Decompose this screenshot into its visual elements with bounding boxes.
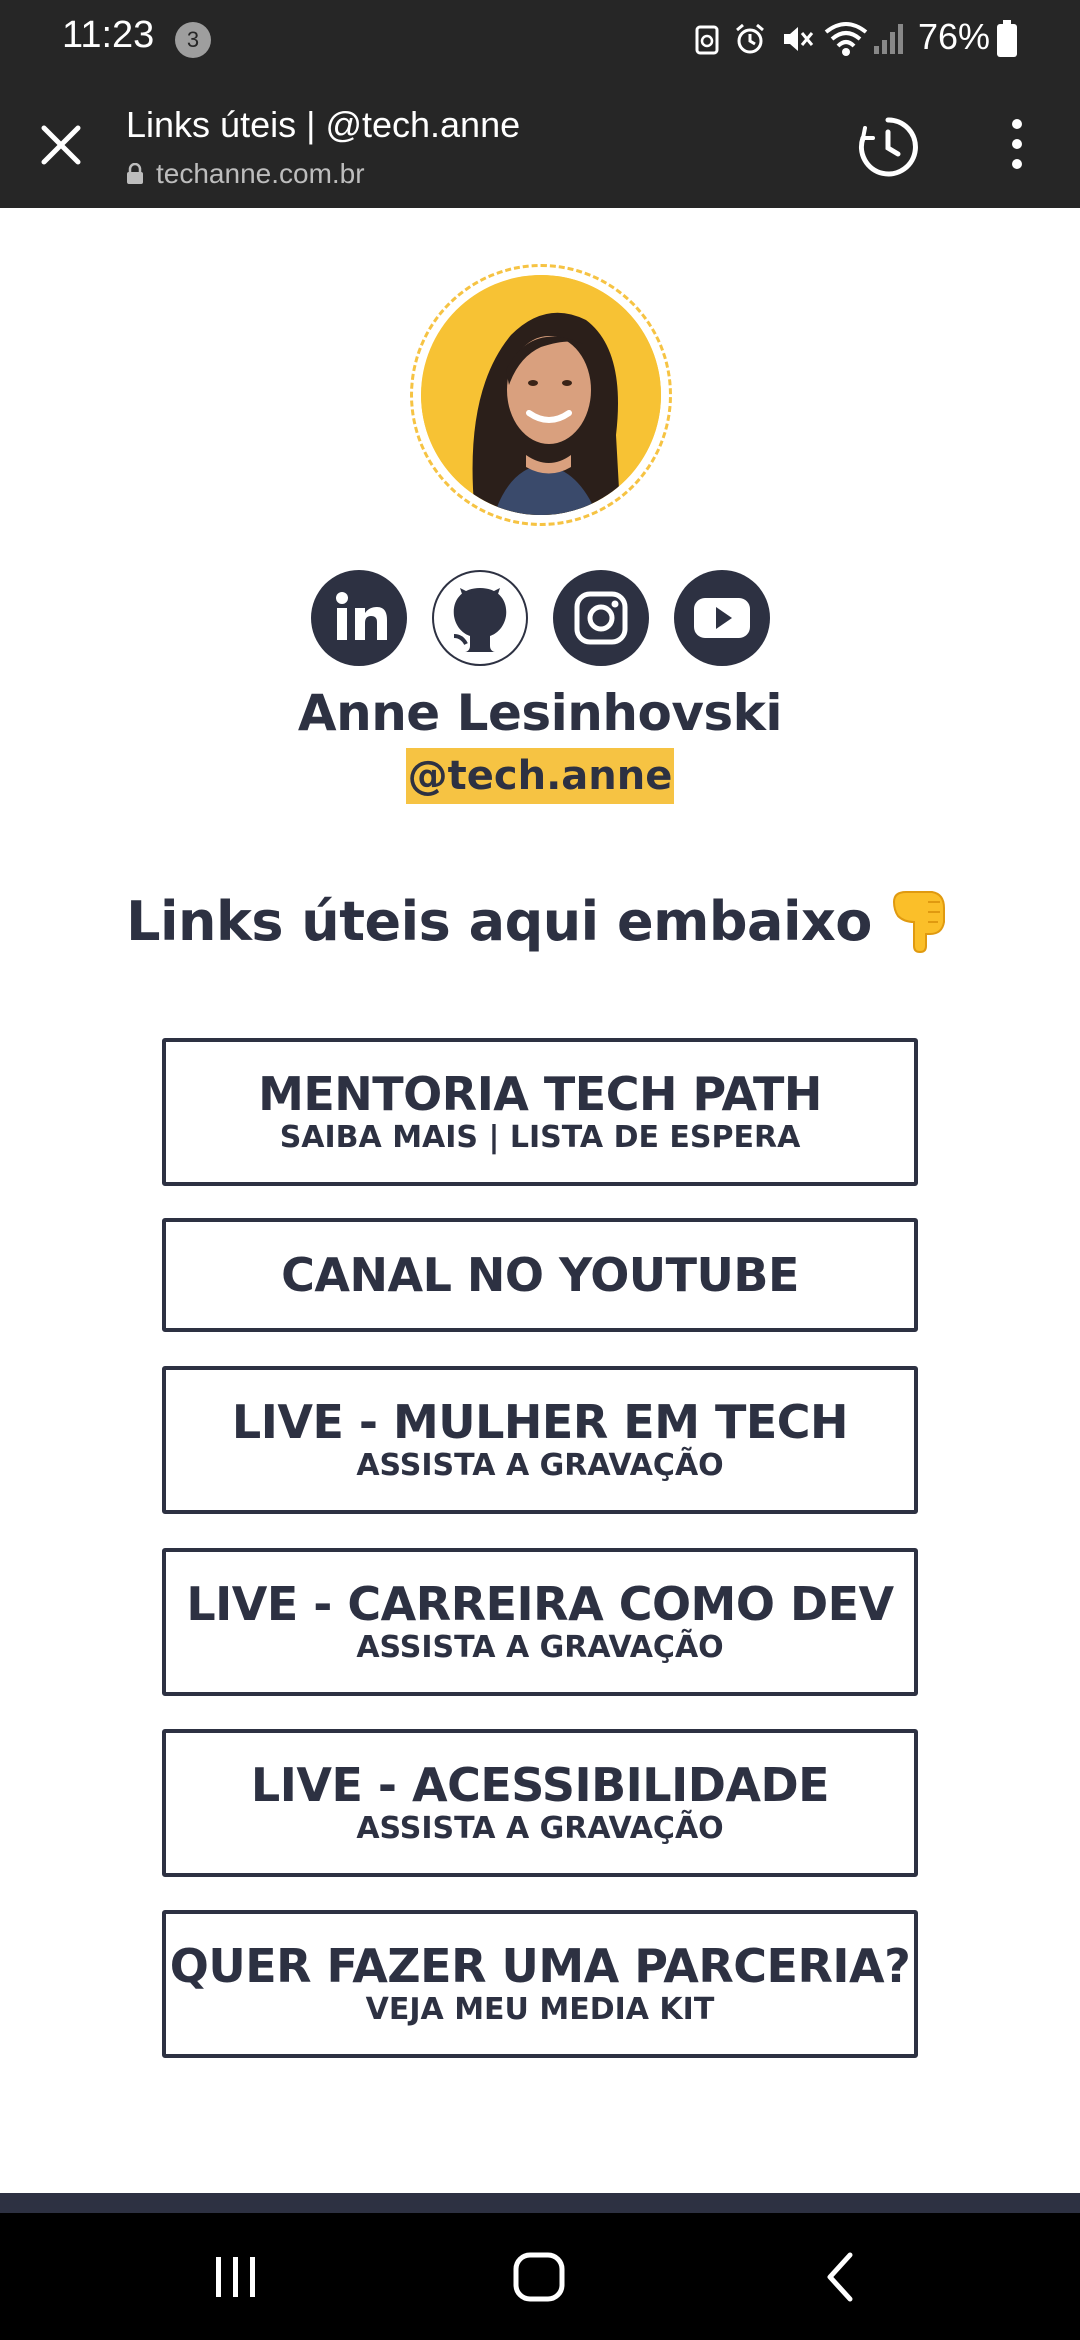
- link-title: MENTORIA TECH PATH: [258, 1067, 822, 1121]
- url-text: techanne.com.br: [156, 158, 365, 189]
- instagram-button[interactable]: [553, 570, 649, 666]
- link-button-youtube[interactable]: CANAL NO YOUTUBE: [162, 1218, 918, 1332]
- youtube-button[interactable]: [674, 570, 770, 666]
- wifi-icon: [824, 22, 868, 56]
- link-subtitle: VEJA MEU MEDIA KIT: [365, 1992, 715, 2027]
- instagram-icon: [574, 591, 628, 645]
- notification-count-badge: 3: [175, 22, 211, 58]
- more-options-icon[interactable]: [1000, 116, 1034, 176]
- signal-icon: [874, 24, 903, 54]
- alarm-icon: [736, 23, 764, 54]
- link-title: LIVE - MULHER EM TECH: [231, 1395, 849, 1449]
- status-bar: 11:23 3 76%: [0, 0, 1080, 78]
- link-subtitle: SAIBA MAIS | LISTA DE ESPERA: [279, 1120, 801, 1155]
- link-button-mulher-em-tech[interactable]: LIVE - MULHER EM TECH ASSISTA A GRAVAÇÃO: [162, 1366, 918, 1514]
- link-subtitle: ASSISTA A GRAVAÇÃO: [356, 1630, 724, 1665]
- battery-icon: [997, 20, 1017, 57]
- footer-strip: [0, 2193, 1080, 2213]
- home-icon[interactable]: [508, 2251, 572, 2303]
- system-navigation-bar: [0, 2213, 1080, 2340]
- link-title: LIVE - ACESSIBILIDADE: [250, 1758, 830, 1812]
- link-title: LIVE - CARREIRA COMO DEV: [186, 1577, 894, 1631]
- avatar-portrait: [421, 275, 661, 515]
- linkedin-button[interactable]: [311, 570, 407, 666]
- link-button-mentoria[interactable]: MENTORIA TECH PATH SAIBA MAIS | LISTA DE…: [162, 1038, 918, 1186]
- social-links: [311, 570, 773, 668]
- page-content: Anne Lesinhovski @tech.anne Links úteis …: [0, 208, 1080, 2193]
- link-button-acessibilidade[interactable]: LIVE - ACESSIBILIDADE ASSISTA A GRAVAÇÃO: [162, 1729, 918, 1877]
- timer-icon[interactable]: [855, 114, 921, 180]
- profile-handle[interactable]: @tech.anne: [405, 748, 675, 804]
- link-subtitle: ASSISTA A GRAVAÇÃO: [356, 1448, 724, 1483]
- github-button[interactable]: [432, 570, 528, 666]
- status-time: 11:23: [62, 14, 155, 56]
- github-icon: [434, 572, 526, 664]
- handle-row: @tech.anne: [0, 748, 1080, 804]
- profile-name: Anne Lesinhovski: [297, 684, 783, 742]
- section-heading-text: Links úteis aqui embaixo: [126, 890, 872, 953]
- back-icon[interactable]: [820, 2251, 860, 2303]
- pointing-down-emoji-icon: [892, 891, 945, 954]
- recycle-icon: [695, 25, 719, 55]
- avatar: [421, 275, 661, 515]
- page-title: Links úteis | @tech.anne: [126, 104, 521, 145]
- youtube-icon: [694, 598, 750, 638]
- recent-apps-icon[interactable]: [208, 2251, 264, 2303]
- linkedin-icon: [336, 592, 387, 640]
- mute-icon: [784, 27, 814, 51]
- battery-percentage: 76%: [918, 16, 991, 57]
- link-button-parceria[interactable]: QUER FAZER UMA PARCERIA? VEJA MEU MEDIA …: [162, 1910, 918, 2058]
- section-heading: Links úteis aqui embaixo: [0, 884, 1080, 954]
- link-title: QUER FAZER UMA PARCERIA?: [169, 1939, 911, 1993]
- lock-icon: [127, 163, 143, 184]
- link-title: CANAL NO YOUTUBE: [281, 1248, 799, 1302]
- url-bar[interactable]: techanne.com.br: [126, 158, 365, 190]
- link-button-carreira-dev[interactable]: LIVE - CARREIRA COMO DEV ASSISTA A GRAVA…: [162, 1548, 918, 1696]
- browser-toolbar: Links úteis | @tech.anne techanne.com.br: [0, 78, 1080, 208]
- link-subtitle: ASSISTA A GRAVAÇÃO: [356, 1811, 724, 1846]
- avatar-frame: [410, 264, 672, 526]
- close-icon[interactable]: [38, 122, 84, 168]
